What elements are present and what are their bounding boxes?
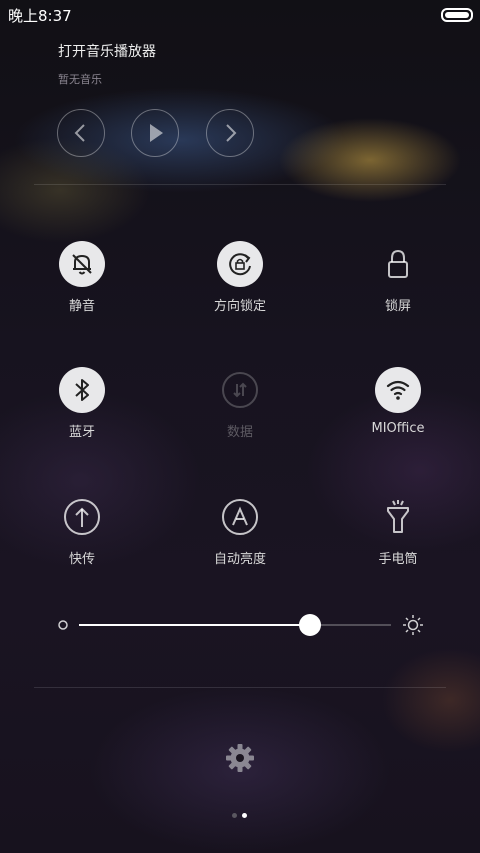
brightness-thumb[interactable] (298, 614, 321, 636)
status-bar: 晚上8:37 (0, 0, 480, 28)
tile-bluetooth-label: 蓝牙 (68, 425, 95, 440)
chevron-right-icon (226, 124, 237, 142)
brightness-high-icon (403, 615, 423, 635)
tile-flashlight-toggle[interactable] (375, 494, 421, 540)
brightness-low-icon (58, 620, 68, 630)
tile-mute[interactable]: 静音 (22, 241, 142, 314)
tile-rotation-lock-toggle[interactable] (217, 241, 263, 287)
tile-wifi[interactable]: MIOffice (338, 367, 458, 436)
tile-mute-label: 静音 (68, 299, 95, 314)
flashlight-icon (387, 500, 409, 533)
tile-quick-transfer-label: 快传 (68, 552, 95, 567)
brightness-track[interactable] (79, 624, 391, 626)
tile-wifi-toggle[interactable] (375, 367, 421, 413)
tile-lock-screen[interactable]: 锁屏 (338, 241, 458, 314)
tile-rotation-lock[interactable]: 方向锁定 (180, 241, 300, 314)
page-dot-current (242, 813, 247, 818)
bluetooth-icon (75, 379, 89, 401)
lock-icon (388, 249, 408, 278)
tile-mobile-data-toggle[interactable] (222, 372, 258, 408)
bell-off-icon (72, 254, 92, 275)
wifi-icon (386, 380, 410, 400)
tile-auto-brightness[interactable]: 自动亮度 (180, 494, 300, 567)
tile-bluetooth-toggle[interactable] (59, 367, 105, 413)
play-icon (150, 124, 163, 142)
settings-button[interactable] (224, 742, 256, 774)
tile-flashlight[interactable]: 手电筒 (338, 494, 458, 567)
tile-mobile-data[interactable]: 数据 (180, 367, 300, 440)
gear-icon (226, 744, 254, 772)
page-indicator (230, 813, 250, 819)
status-time: 晚上8:37 (8, 7, 72, 25)
tile-flashlight-label: 手电筒 (378, 552, 418, 567)
divider (34, 184, 446, 185)
tile-lock-screen-toggle[interactable] (375, 241, 421, 287)
tile-mute-toggle[interactable] (59, 241, 105, 287)
tile-quick-transfer-toggle[interactable] (59, 494, 105, 540)
music-player-title[interactable]: 打开音乐播放器 (58, 41, 156, 61)
tile-bluetooth[interactable]: 蓝牙 (22, 367, 142, 440)
upload-icon (64, 499, 100, 535)
music-status: 暂无音乐 (58, 73, 102, 86)
tile-mobile-data-label: 数据 (226, 425, 253, 440)
next-track-button[interactable] (206, 109, 254, 157)
chevron-left-icon (74, 124, 85, 142)
brightness-slider[interactable] (57, 610, 427, 640)
tile-rotation-lock-label: 方向锁定 (213, 299, 266, 314)
previous-track-button[interactable] (57, 109, 105, 157)
mobile-data-icon (233, 382, 247, 398)
tile-quick-transfer[interactable]: 快传 (22, 494, 142, 567)
auto-brightness-icon (222, 499, 258, 535)
tile-auto-brightness-label: 自动亮度 (213, 552, 266, 567)
rotation-lock-icon (229, 253, 251, 276)
tile-auto-brightness-toggle[interactable] (217, 494, 263, 540)
battery-full-icon (441, 8, 473, 22)
brightness-track-filled (79, 624, 310, 626)
divider (34, 687, 446, 688)
page-dot (232, 813, 237, 818)
tile-lock-screen-label: 锁屏 (384, 299, 411, 314)
tile-wifi-label: MIOffice (371, 421, 425, 436)
play-button[interactable] (131, 109, 179, 157)
